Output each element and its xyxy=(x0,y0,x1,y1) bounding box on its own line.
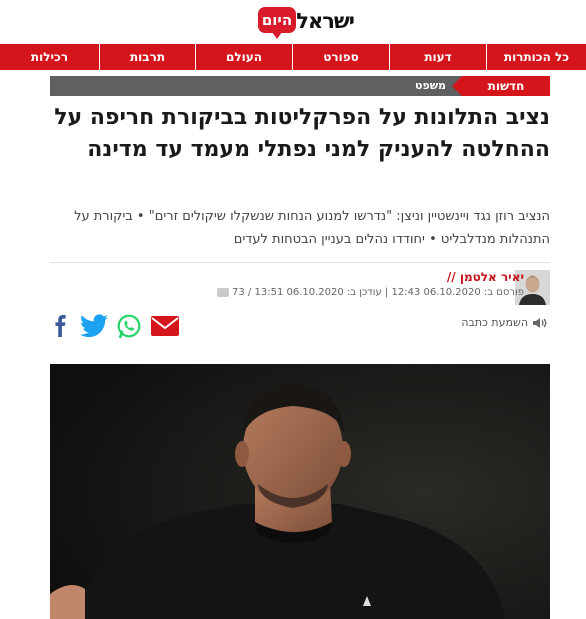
article-meta: פורסם ב: 06.10.2020 12:43 | עודכן ב: 06.… xyxy=(214,287,524,298)
site-logo[interactable]: ישראל היום xyxy=(258,6,355,40)
site-header: ישראל היום xyxy=(0,0,586,44)
logo-badge: היום xyxy=(258,7,296,39)
publish-meta: פורסם ב: 06.10.2020 12:43 | עודכן ב: 06.… xyxy=(232,287,524,298)
nav-item-opinions[interactable]: דעות xyxy=(389,44,486,70)
breadcrumb-news[interactable]: חדשות xyxy=(452,76,550,96)
nav-item-all-headlines[interactable]: כל הכותרות xyxy=(486,44,586,70)
divider xyxy=(50,262,550,263)
nav-item-gossip[interactable]: רכילות xyxy=(0,44,99,70)
nav-item-sports[interactable]: ספורט xyxy=(292,44,389,70)
whatsapp-icon[interactable] xyxy=(116,313,142,339)
listen-button[interactable]: השמעת כתבה xyxy=(461,316,548,329)
nav-item-culture[interactable]: תרבות xyxy=(99,44,195,70)
speaker-icon xyxy=(533,317,547,328)
share-bar xyxy=(50,312,180,340)
breadcrumb-law[interactable]: משפט xyxy=(415,76,446,96)
logo-text: ישראל xyxy=(296,9,355,33)
comment-icon[interactable] xyxy=(216,287,229,297)
twitter-icon[interactable] xyxy=(80,314,108,338)
article-headline: נציב התלונות על הפרקליטות בביקורת חריפה … xyxy=(54,105,550,162)
article-main-photo[interactable] xyxy=(50,364,550,619)
facebook-icon[interactable] xyxy=(50,315,72,337)
article-photo-image xyxy=(50,364,550,619)
article-subtitle: הנציב רוזן נגד ויינשטיין וניצן: "נדרשו ל… xyxy=(74,209,550,247)
listen-label: השמעת כתבה xyxy=(461,316,528,329)
nav-item-world[interactable]: העולם xyxy=(195,44,292,70)
email-icon[interactable] xyxy=(150,315,180,337)
breadcrumb: חדשות משפט xyxy=(50,76,550,96)
main-nav: כל הכותרות דעות ספורט העולם תרבות רכילות xyxy=(0,44,586,70)
author-name[interactable]: יאיר אלטמן // xyxy=(447,270,524,284)
